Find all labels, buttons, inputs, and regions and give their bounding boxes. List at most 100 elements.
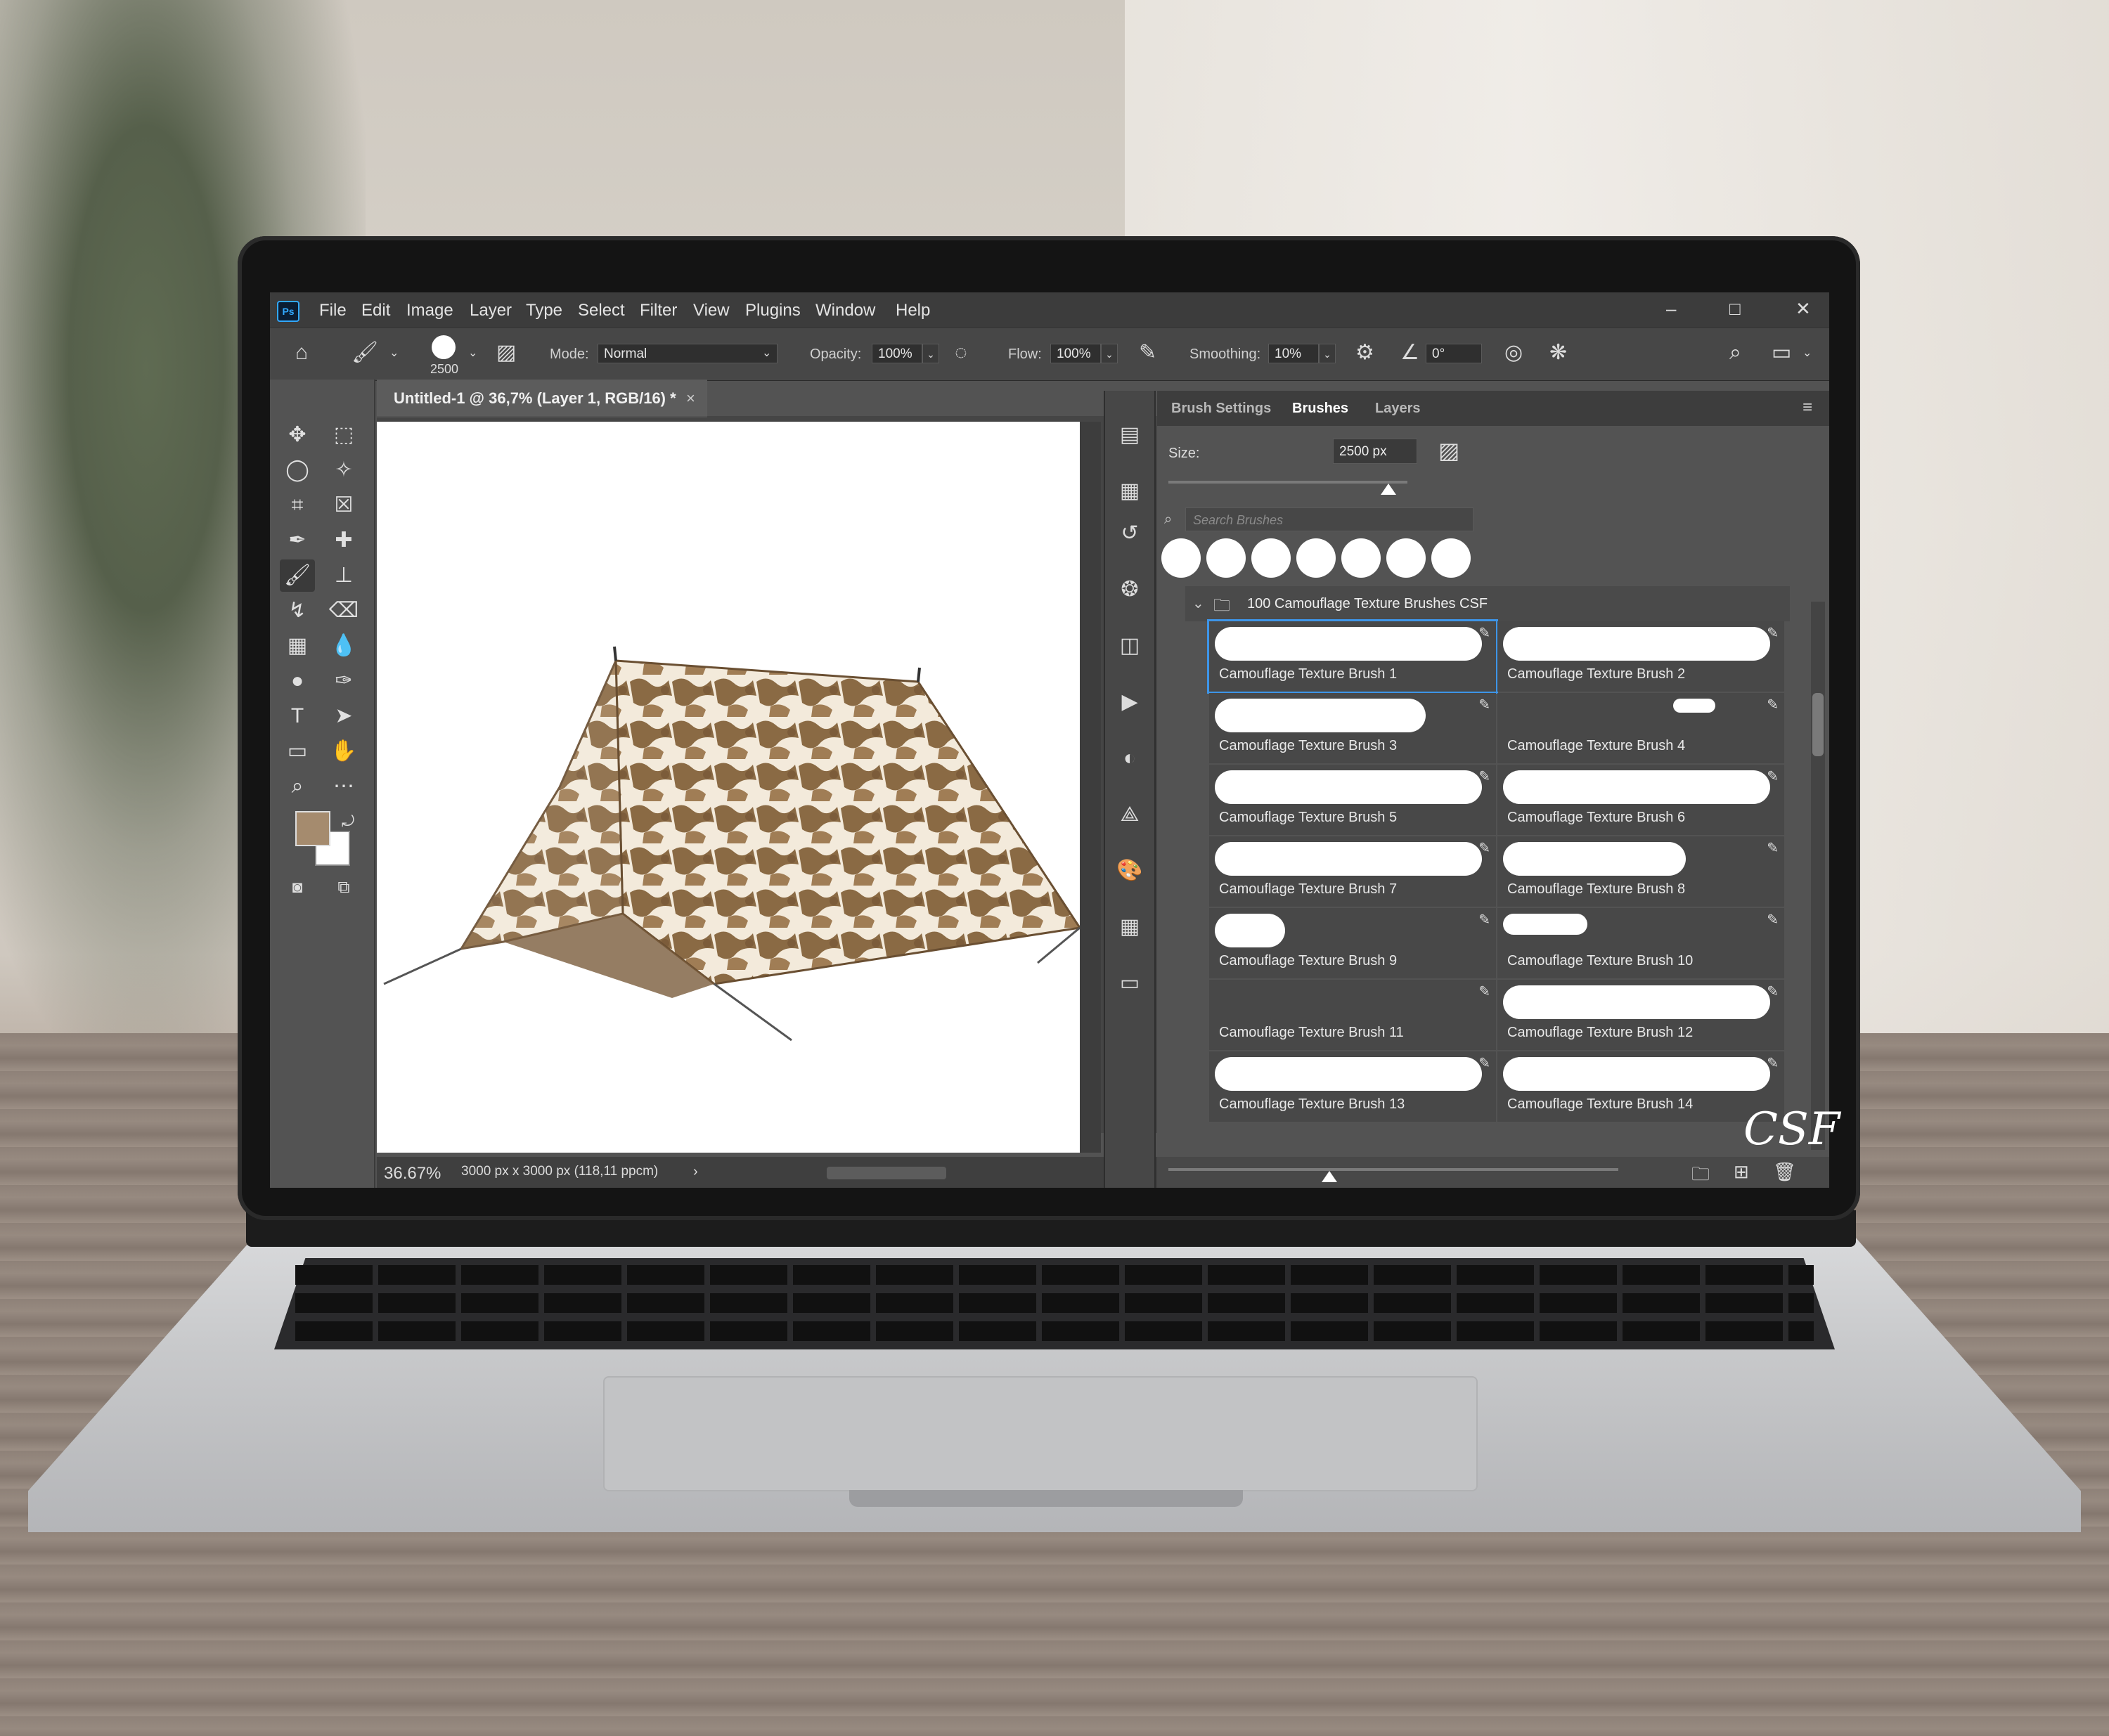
swatches-icon[interactable]: ▦ bbox=[1114, 475, 1146, 507]
brush-tool-icon[interactable]: 🖌 bbox=[280, 559, 315, 592]
stamp-tool-icon[interactable]: ⊥ bbox=[326, 559, 361, 592]
brush-edit-icon[interactable]: ✎ bbox=[1767, 696, 1779, 713]
brush-item[interactable]: ✎ Camouflage Texture Brush 9 bbox=[1209, 908, 1496, 978]
brush-item[interactable]: ✎ Camouflage Texture Brush 10 bbox=[1497, 908, 1784, 978]
search-brushes-input[interactable]: Search Brushes bbox=[1185, 507, 1473, 531]
recent-brush-preset[interactable] bbox=[1431, 538, 1471, 578]
zoom-level[interactable]: 36.67% bbox=[384, 1164, 441, 1184]
dodge-tool-icon[interactable]: ● bbox=[280, 665, 315, 697]
eyedropper-icon[interactable]: ✒ bbox=[280, 524, 315, 557]
opacity-field[interactable]: 100% bbox=[872, 344, 922, 363]
brushes-scroll-thumb[interactable] bbox=[1812, 693, 1824, 756]
chevron-down-icon[interactable]: ⌄ bbox=[762, 348, 771, 359]
smoothing-dropdown[interactable]: ⌄ bbox=[1319, 344, 1336, 363]
actions-play-icon[interactable]: ▶ bbox=[1114, 686, 1146, 718]
menu-edit[interactable]: Edit bbox=[361, 301, 390, 320]
healing-brush-icon[interactable]: ✚ bbox=[326, 524, 361, 557]
brush-edit-icon[interactable]: ✎ bbox=[1478, 624, 1490, 642]
chevron-down-icon[interactable]: ⌄ bbox=[1192, 595, 1204, 612]
quick-mask-icon[interactable]: ◙ bbox=[280, 872, 315, 904]
close-window-icon[interactable]: ✕ bbox=[1795, 298, 1811, 320]
tab-brushes[interactable]: Brushes bbox=[1292, 401, 1348, 417]
brush-settings-toggle-icon[interactable]: ▨ bbox=[496, 342, 516, 363]
brush-item[interactable]: ✎ Camouflage Texture Brush 3 bbox=[1209, 693, 1496, 763]
frame-tool-icon[interactable]: ☒ bbox=[326, 489, 361, 522]
brush-item[interactable]: ✎ Camouflage Texture Brush 7 bbox=[1209, 836, 1496, 907]
rectangle-tool-icon[interactable]: ▭ bbox=[280, 735, 315, 767]
brush-tool-icon[interactable]: 🖌 bbox=[352, 342, 378, 363]
vertical-scrollbar[interactable] bbox=[1080, 422, 1101, 1153]
adjustments-icon[interactable]: ◐ bbox=[1114, 742, 1146, 775]
gradients-icon[interactable]: ▭ bbox=[1114, 967, 1146, 999]
brush-preview-icon[interactable] bbox=[432, 335, 456, 359]
marquee-tool-icon[interactable]: ⬚ bbox=[326, 419, 361, 451]
menu-image[interactable]: Image bbox=[406, 301, 453, 320]
brushes-scrollbar[interactable] bbox=[1811, 602, 1825, 1150]
smoothing-field[interactable]: 10% bbox=[1268, 344, 1319, 363]
brush-edit-icon[interactable]: ✎ bbox=[1767, 911, 1779, 928]
preview-size-thumb[interactable] bbox=[1322, 1171, 1337, 1182]
menu-help[interactable]: Help bbox=[896, 301, 930, 320]
recent-brush-preset[interactable] bbox=[1251, 538, 1291, 578]
brush-edit-icon[interactable]: ✎ bbox=[1767, 983, 1779, 1000]
chevron-down-icon[interactable]: ⌄ bbox=[1802, 348, 1812, 359]
menu-plugins[interactable]: Plugins bbox=[745, 301, 801, 320]
menu-select[interactable]: Select bbox=[578, 301, 625, 320]
foreground-color-swatch[interactable] bbox=[295, 811, 330, 846]
path-select-icon[interactable]: ➤ bbox=[326, 700, 361, 732]
maximize-icon[interactable]: □ bbox=[1729, 298, 1741, 320]
new-brush-icon[interactable]: ⊞ bbox=[1734, 1161, 1749, 1183]
pressure-size-icon[interactable]: ◎ bbox=[1504, 342, 1523, 363]
tab-layers[interactable]: Layers bbox=[1375, 401, 1421, 417]
brush-item[interactable]: ✎ Camouflage Texture Brush 13 bbox=[1209, 1051, 1496, 1122]
recent-brush-preset[interactable] bbox=[1161, 538, 1201, 578]
brush-item[interactable]: ✎ Camouflage Texture Brush 14 bbox=[1497, 1051, 1784, 1122]
search-icon[interactable]: ⌕ bbox=[1729, 342, 1741, 363]
magic-wand-icon[interactable]: ✧ bbox=[326, 454, 361, 486]
preview-size-slider[interactable] bbox=[1168, 1168, 1618, 1171]
zoom-tool-icon[interactable]: ⌕ bbox=[280, 770, 315, 803]
home-icon[interactable]: ⌂ bbox=[295, 342, 308, 363]
histogram-icon[interactable]: ▤ bbox=[1114, 419, 1146, 451]
crop-tool-icon[interactable]: ⌗ bbox=[280, 489, 315, 522]
opacity-dropdown[interactable]: ⌄ bbox=[922, 344, 939, 363]
blur-tool-icon[interactable]: 💧 bbox=[326, 630, 361, 662]
recent-brush-preset[interactable] bbox=[1206, 538, 1246, 578]
gear-icon[interactable]: ⚙ bbox=[1355, 342, 1374, 363]
angle-field[interactable]: 0° bbox=[1426, 344, 1482, 363]
tab-brush-settings[interactable]: Brush Settings bbox=[1171, 401, 1271, 417]
brush-edit-icon[interactable]: ✎ bbox=[1478, 983, 1490, 1000]
mode-select[interactable]: Normal bbox=[598, 344, 778, 363]
horizontal-scrollbar[interactable] bbox=[827, 1167, 946, 1179]
document-info[interactable]: 3000 px x 3000 px (118,11 ppcm) bbox=[461, 1164, 658, 1179]
brush-item[interactable]: ✎ Camouflage Texture Brush 1 bbox=[1207, 619, 1498, 694]
size-slider-thumb[interactable] bbox=[1381, 484, 1396, 495]
panel-menu-icon[interactable]: ≡ bbox=[1802, 398, 1812, 417]
flow-dropdown[interactable]: ⌄ bbox=[1101, 344, 1118, 363]
gradient-tool-icon[interactable]: ▦ bbox=[280, 630, 315, 662]
flow-field[interactable]: 100% bbox=[1050, 344, 1101, 363]
paths-icon[interactable]: ⟁ bbox=[1114, 798, 1146, 831]
document-tab[interactable]: Untitled-1 @ 36,7% (Layer 1, RGB/16) * × bbox=[377, 380, 707, 417]
type-tool-icon[interactable]: T bbox=[280, 700, 315, 732]
channels-icon[interactable]: ❂ bbox=[1114, 574, 1146, 606]
brush-item[interactable]: ✎ Camouflage Texture Brush 12 bbox=[1497, 980, 1784, 1050]
chevron-down-icon[interactable]: ⌄ bbox=[389, 348, 399, 359]
pen-tool-icon[interactable]: ✑ bbox=[326, 665, 361, 697]
size-field[interactable]: 2500 px bbox=[1333, 439, 1417, 464]
move-tool-icon[interactable]: ✥ bbox=[280, 419, 315, 451]
size-slider[interactable] bbox=[1168, 481, 1407, 484]
brush-edit-icon[interactable]: ✎ bbox=[1478, 839, 1490, 857]
canvas[interactable] bbox=[377, 422, 1080, 1153]
brush-item[interactable]: ✎ Camouflage Texture Brush 11 bbox=[1209, 980, 1496, 1050]
recent-brush-preset[interactable] bbox=[1341, 538, 1381, 578]
brush-edit-icon[interactable]: ✎ bbox=[1478, 911, 1490, 928]
brush-item[interactable]: ✎ Camouflage Texture Brush 5 bbox=[1209, 765, 1496, 835]
menu-file[interactable]: File bbox=[319, 301, 347, 320]
brush-item[interactable]: ✎ Camouflage Texture Brush 4 bbox=[1497, 693, 1784, 763]
brush-item[interactable]: ✎ Camouflage Texture Brush 2 bbox=[1497, 621, 1784, 692]
recent-brush-preset[interactable] bbox=[1296, 538, 1336, 578]
eraser-icon[interactable]: ⌫ bbox=[326, 595, 361, 627]
lasso-tool-icon[interactable]: ◯ bbox=[280, 454, 315, 486]
brush-folder[interactable]: ⌄ 🗀 100 Camouflage Texture Brushes CSF bbox=[1185, 586, 1790, 621]
